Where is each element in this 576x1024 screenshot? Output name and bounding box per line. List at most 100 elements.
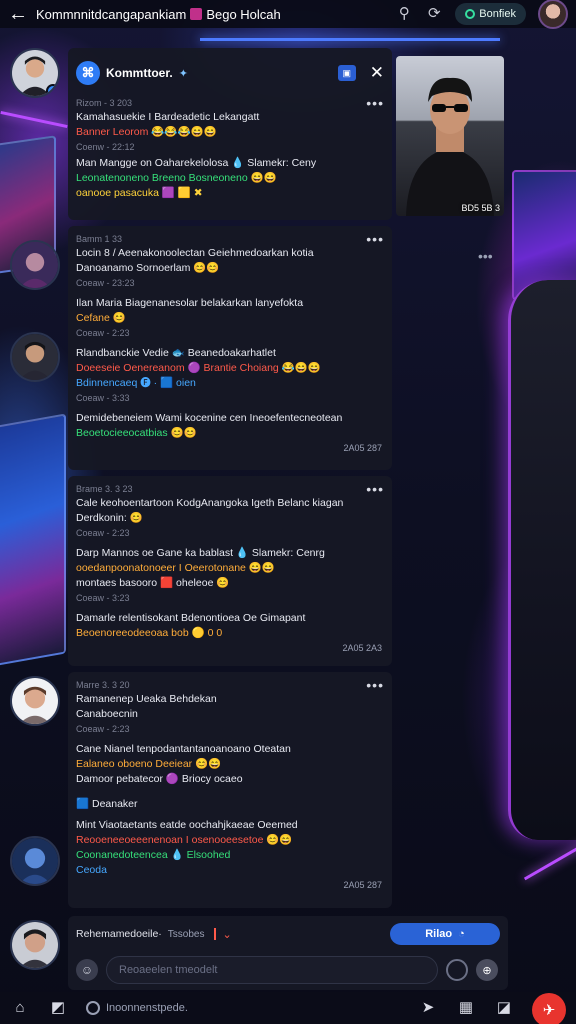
avatar[interactable] bbox=[538, 0, 568, 29]
message-text: Demidebeneiem Wami kocenine cen Ineoefen… bbox=[76, 412, 343, 424]
grid-icon[interactable]: ▦ bbox=[456, 998, 476, 1018]
chevron-down-icon[interactable]: ⌄ bbox=[222, 928, 231, 941]
message[interactable]: Bamm 1 33 ••• Locin 8 / Aeenakonoolectan … bbox=[68, 232, 392, 290]
message[interactable]: Ilan Maria Biagenanesolar belakarkan lan… bbox=[68, 296, 392, 340]
message[interactable]: Damarle relentisokant Bdenontioea Oe Gim… bbox=[68, 611, 392, 641]
chat-panel: Bamm 1 33 ••• Locin 8 / Aeenakonoolectan … bbox=[68, 226, 392, 470]
pin-icon[interactable]: ▣ bbox=[337, 65, 356, 81]
more-options-icon[interactable]: ••• bbox=[366, 232, 384, 246]
message-text: Cane Nianel tenpodantantanoanoano Oteata… bbox=[76, 743, 291, 755]
avatar[interactable] bbox=[10, 836, 60, 886]
message[interactable]: Marre 3. 3 20 ••• Ramanenep Ueaka Behdeka… bbox=[68, 678, 392, 736]
message-meta: Rizom - 3 203 bbox=[76, 98, 133, 108]
message[interactable]: Cane Nianel tenpodantantanoanoano Oteata… bbox=[68, 742, 392, 787]
avatar-face bbox=[12, 678, 58, 724]
more-options-icon[interactable]: ••• bbox=[478, 248, 493, 264]
refresh-icon[interactable]: ⟳ bbox=[425, 5, 443, 23]
message-text: Cale keohoentartoon KodgAnangoka Igeth B… bbox=[76, 497, 344, 509]
online-indicator bbox=[46, 84, 58, 96]
message[interactable]: Darp Mannos oe Gane ka bablast 💧 Slamekr… bbox=[68, 546, 392, 605]
message-text: Mint Viaotaetants eatde oochahjkaeae Oee… bbox=[76, 819, 298, 831]
message-text: Ilan Maria Biagenanesolar belakarkan lan… bbox=[76, 297, 304, 309]
message-time: Coeaw - 23:23 bbox=[76, 278, 135, 288]
send-label: Rilao bbox=[425, 928, 453, 940]
message-composer: Rehemamedoeile· Tssobes ⌄ Rilao ◔ ☺ ⊕ bbox=[68, 916, 508, 990]
message-text: Darp Mannos oe Gane ka bablast 💧 Slamekr… bbox=[76, 547, 325, 559]
message-text: Beoetocieeocatbias 😊😊 bbox=[76, 427, 197, 439]
message-text: Ealaneo oboeno Deeiear 😊😄 bbox=[76, 758, 222, 770]
message-time: Coeaw - 2:23 bbox=[76, 328, 130, 338]
reply-divider bbox=[214, 928, 217, 940]
verified-icon: ✦ bbox=[178, 67, 188, 80]
message-text: Ramanenep Ueaka Behdekan bbox=[76, 693, 217, 705]
message-text: Damoor pebatecor 🟣 Briocy ocaeo bbox=[76, 773, 243, 785]
search-icon bbox=[86, 1001, 100, 1015]
message-text: Canaboecnin bbox=[76, 708, 138, 720]
group-name: Kommttoer. bbox=[106, 66, 173, 80]
message-time: Coeaw - 2:23 bbox=[76, 724, 130, 734]
arrow-left-icon[interactable]: ← bbox=[8, 2, 36, 26]
avatar[interactable] bbox=[10, 332, 60, 382]
message-text: Coonanedoteencea 💧 Elsoohed bbox=[76, 849, 231, 861]
message-meta: Bamm 1 33 bbox=[76, 234, 123, 244]
avatar[interactable] bbox=[10, 48, 60, 98]
avatar[interactable] bbox=[10, 240, 60, 290]
message-input[interactable] bbox=[106, 956, 438, 984]
message-text: Cefane 😊 bbox=[76, 312, 126, 324]
avatar-face bbox=[12, 922, 58, 968]
reply-preview: Rehemamedoeile· Tssobes ⌄ Rilao ◔ bbox=[68, 916, 508, 952]
close-icon[interactable]: ✕ bbox=[370, 64, 384, 81]
chat-panel: Brame 3. 3 23 ••• Cale keohoentartoon Kod… bbox=[68, 476, 392, 666]
message-time: Coeaw - 2:23 bbox=[76, 528, 130, 538]
message[interactable]: Man Mangge on Oaharekelolosa 💧 Slamekr: … bbox=[76, 156, 384, 201]
nav-search-placeholder: Inoonnenstpede. bbox=[106, 1002, 188, 1014]
send-button[interactable]: Rilao ◔ bbox=[390, 923, 500, 945]
more-options-icon[interactable]: ••• bbox=[366, 482, 384, 496]
chat-panel: ⌘ Kommttoer. ✦ ▣ ✕ Rizom - 3 203 ••• Kama… bbox=[68, 48, 392, 220]
home-icon[interactable]: ⌂ bbox=[10, 998, 30, 1018]
topbar-actions: ⚲ ⟳ Bonfiek bbox=[395, 0, 568, 29]
message-text: montaes basooro 🟥 oheleoe 😊 bbox=[76, 577, 230, 589]
message-text: Derdkonin: 😊 bbox=[76, 512, 143, 524]
shared-photo[interactable]: BD5 5B 3 bbox=[396, 56, 504, 216]
status-ring-icon bbox=[465, 9, 476, 19]
nav-search[interactable]: Inoonnenstpede. bbox=[86, 1001, 400, 1015]
message-text: Banner Leorom 😂😂😂😄😄 bbox=[76, 126, 217, 138]
message-text: Locin 8 / Aeenakonoolectan Geiehmedoarka… bbox=[76, 247, 314, 259]
chat-icon[interactable]: ◩ bbox=[48, 998, 68, 1018]
message-text: Bdinnencaeq 🅕 · 🟦 oien bbox=[76, 377, 196, 389]
more-options-icon[interactable]: ••• bbox=[366, 678, 384, 692]
photo-caption: BD5 5B 3 bbox=[461, 203, 500, 213]
message[interactable]: Mint Viaotaetants eatde oochahjkaeae Oee… bbox=[68, 818, 392, 878]
search-icon[interactable]: ⚲ bbox=[395, 5, 413, 23]
group-badge-icon bbox=[190, 8, 203, 20]
reply-subtext: Tssobes bbox=[167, 928, 205, 940]
share-icon[interactable]: ➤ bbox=[418, 998, 438, 1018]
message[interactable]: Demidebeneiem Wami kocenine cen Ineoefen… bbox=[68, 411, 392, 441]
group-logo-icon: ⌘ bbox=[76, 61, 100, 85]
wall-poster bbox=[0, 413, 66, 667]
message-time: Coenw - 22:12 bbox=[76, 142, 135, 152]
message[interactable]: 🟦 Deanaker bbox=[68, 797, 392, 812]
message-text: Rlandbanckie Vedie 🐟 Beanedoakarhatlet bbox=[76, 347, 276, 359]
message-text: Ceoda bbox=[76, 864, 107, 876]
avatar[interactable] bbox=[10, 920, 60, 970]
message[interactable]: Rizom - 3 203 ••• Kamahasuekie I Bardeade… bbox=[76, 96, 384, 154]
attach-icon[interactable]: ⊕ bbox=[476, 959, 498, 981]
gallery-icon[interactable]: ◪ bbox=[494, 998, 514, 1018]
neon-light bbox=[0, 110, 68, 129]
status-label: Bonfiek bbox=[479, 8, 516, 20]
message[interactable]: Rlandbanckie Vedie 🐟 Beanedoakarhatlet D… bbox=[68, 346, 392, 405]
reply-label: Rehemamedoeile· bbox=[76, 928, 162, 940]
chat-panel: Marre 3. 3 20 ••• Ramanenep Ueaka Behdeka… bbox=[68, 672, 392, 908]
message-text: ooedanpoonatonoeer I Oeerotonane 😄😄 bbox=[76, 562, 275, 574]
app-title-suffix: Bego Holcah bbox=[206, 6, 281, 22]
more-options-icon[interactable]: ••• bbox=[366, 96, 384, 110]
emoji-icon[interactable]: ☺ bbox=[76, 959, 98, 981]
bird-icon[interactable]: ✈ bbox=[532, 993, 566, 1024]
record-icon[interactable] bbox=[446, 959, 468, 981]
message-text: Kamahasuekie I Bardeadetic Lekangatt bbox=[76, 111, 260, 123]
message[interactable]: Brame 3. 3 23 ••• Cale keohoentartoon Kod… bbox=[68, 482, 392, 540]
avatar[interactable] bbox=[10, 676, 60, 726]
status-button[interactable]: Bonfiek bbox=[455, 3, 526, 25]
